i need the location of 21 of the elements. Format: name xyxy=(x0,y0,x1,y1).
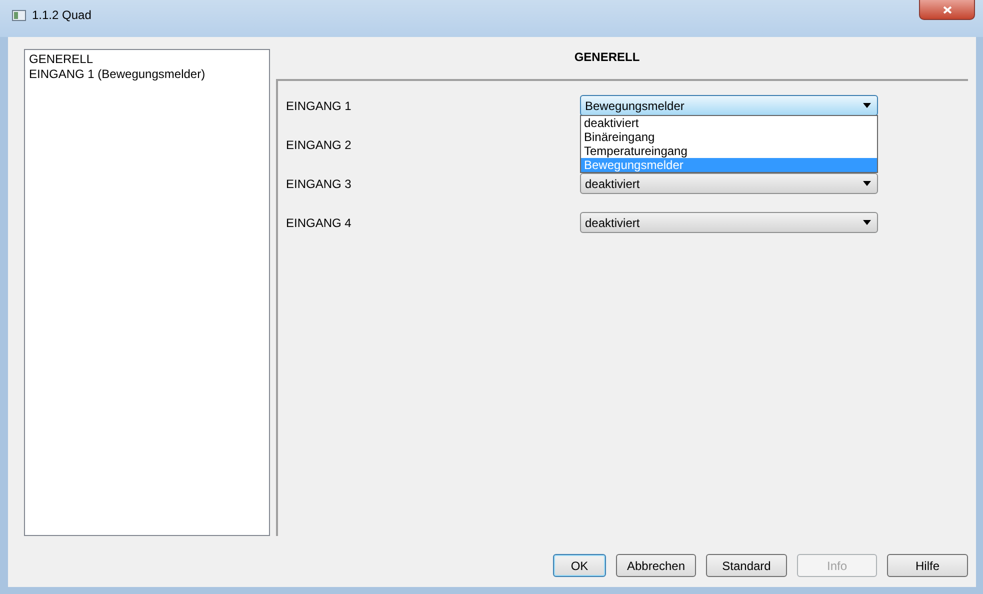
dropdown-arrow-icon xyxy=(863,220,871,225)
dropdown-field[interactable]: deaktiviert xyxy=(580,212,878,233)
field-label: EINGANG 1 xyxy=(286,98,352,112)
dialog-button[interactable]: Hilfe xyxy=(887,554,968,577)
field-label: EINGANG 4 xyxy=(286,216,352,230)
close-icon xyxy=(942,6,952,14)
dropdown-arrow-icon xyxy=(863,181,871,186)
dialog-button[interactable]: OK xyxy=(553,554,606,577)
page-heading: GENERELL xyxy=(573,49,641,66)
sidebar-item[interactable]: GENERELL xyxy=(29,52,265,67)
dialog-button[interactable]: Abbrechen xyxy=(616,554,696,577)
close-button[interactable] xyxy=(919,0,975,20)
field-label: EINGANG 3 xyxy=(286,176,352,190)
dropdown-field[interactable]: Bewegungsmelder xyxy=(580,95,878,116)
dialog-button[interactable]: Standard xyxy=(706,554,787,577)
field-label: EINGANG 2 xyxy=(286,138,352,152)
dropdown-arrow-icon xyxy=(863,103,871,108)
window-title: 1.1.2 Quad xyxy=(32,8,92,22)
window-icon xyxy=(12,10,26,20)
dropdown-field[interactable]: deaktiviert xyxy=(580,173,878,194)
sidebar-item[interactable]: EINGANG 1 (Bewegungsmelder) xyxy=(29,67,265,82)
